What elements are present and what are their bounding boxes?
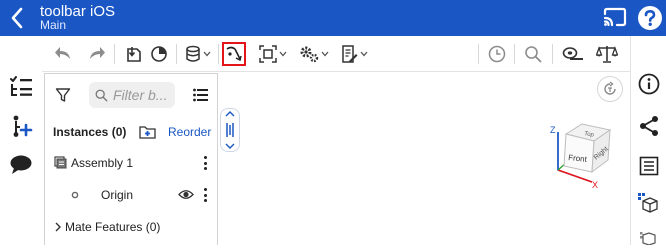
drag-grip-icon [226, 123, 234, 137]
share-icon [640, 116, 658, 136]
list-icon [193, 88, 208, 102]
mate-features-row[interactable]: Mate Features (0) [45, 216, 217, 238]
mate-connector-icon [151, 46, 167, 62]
panel-resize-handle[interactable] [220, 108, 240, 152]
x-axis-line [557, 169, 593, 183]
chevron-up-icon [225, 111, 235, 117]
cast-button[interactable] [602, 6, 628, 30]
clock-icon [488, 45, 506, 63]
section-view-dropdown-button[interactable] [256, 43, 290, 65]
document-list-icon [639, 156, 659, 176]
feature-list-button[interactable] [6, 72, 36, 102]
redo-icon [90, 47, 105, 59]
chevron-down-icon [203, 51, 211, 57]
drawing-dropdown-button[interactable] [338, 43, 370, 65]
insert-instance-icon [13, 115, 33, 137]
left-rail [0, 36, 42, 245]
chevron-down-icon [279, 51, 287, 57]
database-icon [186, 45, 200, 62]
section-view-icon [259, 45, 277, 63]
gears-dropdown-button[interactable] [296, 43, 332, 65]
search-icon [525, 46, 542, 63]
insert-part-icon [127, 47, 141, 62]
instances-heading: Instances (0) [53, 125, 127, 139]
new-folder-button[interactable] [139, 124, 157, 140]
list-view-button[interactable] [193, 88, 209, 102]
assembly-label: Assembly 1 [71, 156, 134, 170]
redo-button[interactable] [86, 43, 108, 65]
insert-instance-button[interactable] [6, 112, 36, 142]
instances-panel: Instances (0) Reorder Assembly 1 Origin … [44, 73, 218, 245]
new-folder-icon [139, 126, 156, 139]
help-button[interactable] [637, 5, 663, 31]
mate-features-label: Mate Features (0) [65, 220, 161, 234]
info-icon [638, 73, 660, 95]
chevron-down-icon [225, 143, 235, 149]
back-button[interactable] [8, 5, 26, 31]
bill-of-materials-button[interactable] [635, 152, 663, 180]
chevron-right-icon [55, 222, 61, 232]
measure-icon [226, 46, 242, 62]
comments-button[interactable] [6, 150, 36, 180]
back-chevron-icon [11, 7, 23, 29]
origin-more-icon[interactable] [200, 187, 210, 203]
origin-label: Origin [101, 188, 134, 202]
undo-button[interactable] [52, 43, 74, 65]
feature-list-icon [10, 76, 32, 96]
right-rail [630, 36, 666, 245]
chevron-down-icon [360, 51, 368, 57]
header-bar: toolbar iOS Main [0, 0, 666, 36]
share-button[interactable] [635, 112, 663, 140]
view-cube[interactable]: Z Y X Top Front Right [546, 120, 616, 192]
filter-search-box[interactable] [89, 82, 175, 108]
branch-subtitle: Main [40, 18, 67, 32]
drawing-icon [342, 45, 358, 63]
undo-icon [55, 47, 70, 59]
appearances-button[interactable] [635, 190, 663, 218]
balance-scale-icon [596, 46, 618, 63]
reset-view-button[interactable] [597, 76, 623, 102]
assembly-icon [54, 156, 67, 169]
origin-row[interactable]: Origin [45, 184, 217, 206]
mate-connector-button[interactable] [148, 43, 170, 65]
mass-properties-button[interactable] [594, 43, 620, 65]
measure-active-button[interactable] [222, 42, 246, 66]
database-dropdown-button[interactable] [182, 43, 214, 65]
measure-tape-button[interactable] [560, 43, 586, 65]
info-button[interactable] [635, 70, 663, 98]
render-icon [640, 232, 656, 245]
render-studio-button[interactable] [635, 224, 663, 252]
help-icon [638, 6, 662, 30]
tape-measure-icon [562, 47, 583, 60]
reorder-link[interactable]: Reorder [168, 125, 211, 139]
history-button[interactable] [486, 43, 508, 65]
search-icon [95, 89, 108, 101]
rotate-view-icon [604, 81, 616, 95]
search-button[interactable] [522, 43, 544, 65]
filter-search-input[interactable] [113, 87, 175, 103]
x-axis-label: X [592, 180, 598, 190]
origin-point-icon [71, 191, 79, 199]
filter-funnel-icon [55, 88, 71, 102]
appearance-cube-icon [638, 193, 658, 213]
insert-part-button[interactable] [122, 43, 144, 65]
cast-icon [603, 7, 627, 27]
assembly-more-icon[interactable] [200, 155, 210, 171]
z-axis-label: Z [550, 125, 556, 135]
chevron-down-icon [321, 51, 329, 57]
toolbar [42, 36, 630, 72]
filter-button[interactable] [55, 87, 71, 103]
gears-icon [300, 46, 319, 63]
assembly-row[interactable]: Assembly 1 [45, 152, 217, 174]
eye-icon[interactable] [178, 189, 194, 200]
comment-bubble-icon [10, 155, 32, 174]
